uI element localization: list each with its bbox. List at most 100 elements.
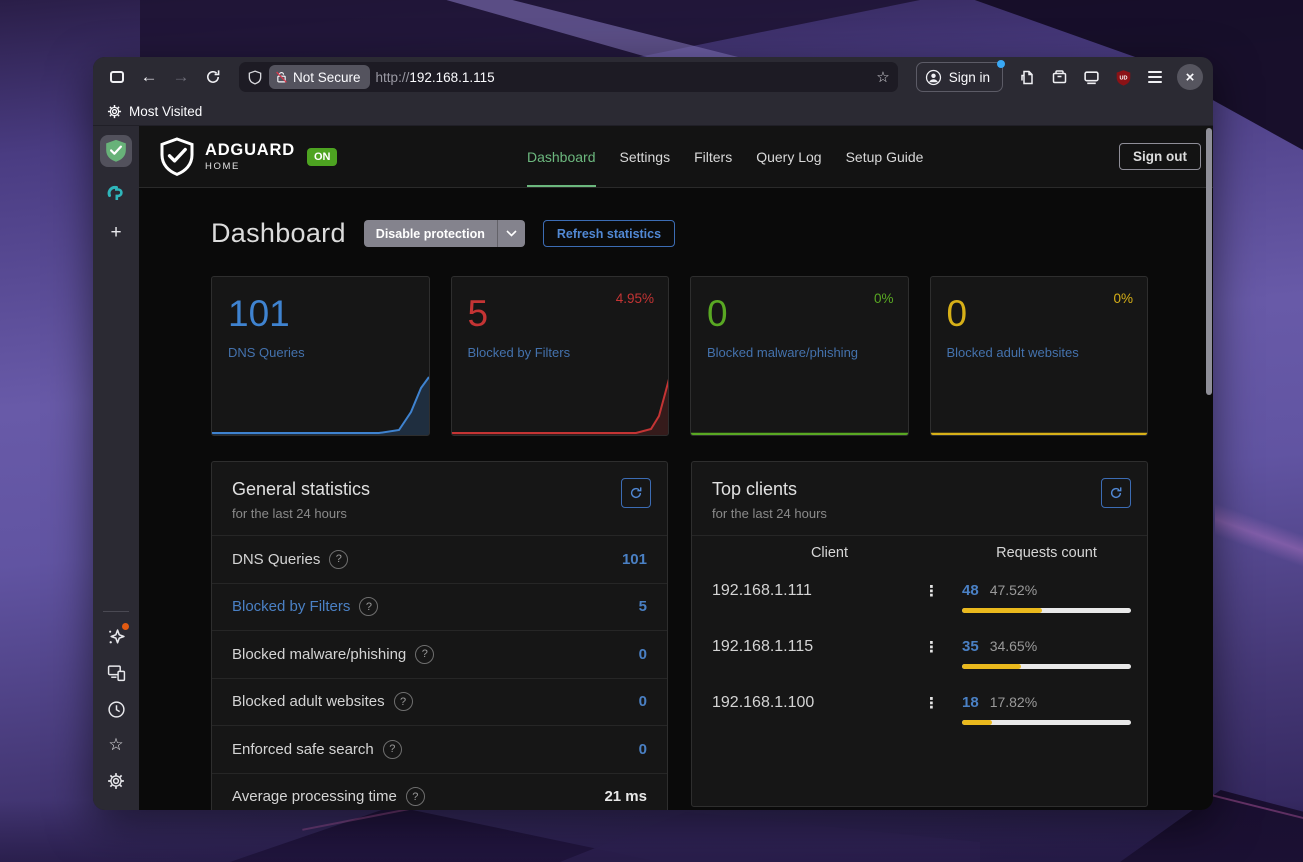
window-stack-button[interactable] xyxy=(1077,63,1105,91)
stat-value: 5 xyxy=(639,598,647,615)
kebab-menu-icon[interactable]: ⋮ xyxy=(924,582,947,600)
nav-filters[interactable]: Filters xyxy=(694,126,732,187)
adguard-shield-icon xyxy=(159,137,195,177)
bookmark-star-icon[interactable]: ☆ xyxy=(876,68,889,86)
adguard-logo: ADGUARD HOME ON xyxy=(159,137,337,177)
star-icon: ☆ xyxy=(108,735,123,755)
stat-cards: 101 DNS Queries 5 Blocked by Filters 4.9… xyxy=(211,276,1148,436)
most-visited-folder[interactable]: Most Visited xyxy=(129,104,202,119)
ublock-shield-icon: UD xyxy=(1115,69,1132,86)
hamburger-icon xyxy=(1148,71,1162,82)
synced-tabs-button[interactable] xyxy=(100,658,132,688)
firefox-sidebar: + ☆ xyxy=(93,126,139,810)
devices-icon xyxy=(107,664,126,682)
sidebar-toggle-icon xyxy=(110,71,124,83)
nav-setup-guide[interactable]: Setup Guide xyxy=(846,126,924,187)
reload-button[interactable] xyxy=(199,63,227,91)
stat-row-blocked-filters: Blocked by Filters? 5 xyxy=(212,583,667,631)
request-bar xyxy=(962,720,1131,725)
browser-toolbar: ← → Not Secure http://192.168.1.115 ☆ Si… xyxy=(93,57,1213,97)
stat-value: 0 xyxy=(639,693,647,710)
archive-button[interactable] xyxy=(1045,63,1073,91)
help-icon[interactable]: ? xyxy=(329,550,348,569)
request-bar xyxy=(962,664,1131,669)
client-ip[interactable]: 192.168.1.115 xyxy=(712,638,813,656)
tracking-shield-icon xyxy=(247,69,263,86)
panel-title: General statistics xyxy=(232,479,647,500)
stat-row-safe-search: Enforced safe search? 0 xyxy=(212,725,667,773)
card-blocked-malware: 0 Blocked malware/phishing 0% xyxy=(690,276,909,436)
adguard-favicon xyxy=(105,139,127,163)
disable-protection-button[interactable]: Disable protection xyxy=(364,220,525,247)
stat-row-processing-time: Average processing time? 21 ms xyxy=(212,773,667,811)
column-client: Client xyxy=(712,545,947,561)
ai-chatbot-button[interactable] xyxy=(100,622,132,652)
disable-protection-label: Disable protection xyxy=(364,220,497,247)
chevron-down-icon[interactable] xyxy=(497,220,525,247)
card-dns-queries: 101 DNS Queries xyxy=(211,276,430,436)
sidebar-toggle-button[interactable] xyxy=(103,63,131,91)
window-stack-icon xyxy=(1083,70,1100,85)
help-icon[interactable]: ? xyxy=(383,740,402,759)
history-button[interactable] xyxy=(100,694,132,724)
card-blocked-filters: 5 Blocked by Filters 4.95% xyxy=(451,276,670,436)
card-value: 101 xyxy=(228,295,413,332)
nav-dashboard[interactable]: Dashboard xyxy=(527,126,596,187)
tab-adguard-home[interactable] xyxy=(100,135,132,167)
nav-query-log[interactable]: Query Log xyxy=(756,126,821,187)
card-percent: 0% xyxy=(1113,291,1133,306)
stat-row-blocked-malware: Blocked malware/phishing? 0 xyxy=(212,630,667,678)
refresh-statistics-button[interactable]: Refresh statistics xyxy=(543,220,675,247)
window-close-button[interactable]: × xyxy=(1177,64,1203,90)
bookmarks-button[interactable]: ☆ xyxy=(100,730,132,760)
client-row: 192.168.1.100 ⋮ 1817.82% xyxy=(692,681,1147,737)
sidebar-settings-button[interactable] xyxy=(100,766,132,796)
help-icon[interactable]: ? xyxy=(394,692,413,711)
nav-settings[interactable]: Settings xyxy=(620,126,671,187)
clock-icon xyxy=(107,700,126,719)
stat-value: 0 xyxy=(639,646,647,663)
help-icon[interactable]: ? xyxy=(415,645,434,664)
url-bar[interactable]: Not Secure http://192.168.1.115 ☆ xyxy=(239,62,898,92)
card-label: DNS Queries xyxy=(228,345,413,360)
menu-button[interactable] xyxy=(1141,63,1169,91)
new-tab-button[interactable]: + xyxy=(100,217,132,249)
top-clients-header-row: Client Requests count xyxy=(692,535,1147,569)
card-label: Blocked by Filters xyxy=(468,345,653,360)
help-icon[interactable]: ? xyxy=(359,597,378,616)
stat-label-link[interactable]: Blocked by Filters xyxy=(232,598,350,615)
refresh-panel-button[interactable] xyxy=(621,478,651,508)
svg-text:UD: UD xyxy=(1119,75,1127,81)
ai-notification-dot xyxy=(122,623,129,630)
back-button[interactable]: ← xyxy=(135,63,163,91)
page-extension-button[interactable] xyxy=(1013,63,1041,91)
tab-proxmox[interactable] xyxy=(100,177,132,209)
not-secure-chip[interactable]: Not Secure xyxy=(269,65,370,89)
signin-notification-dot xyxy=(997,60,1005,68)
firefox-signin-button[interactable]: Sign in xyxy=(916,62,1003,92)
ublock-extension-button[interactable]: UD xyxy=(1109,63,1137,91)
stat-row-dns-queries: DNS Queries? 101 xyxy=(212,535,667,583)
client-ip[interactable]: 192.168.1.100 xyxy=(712,694,814,712)
blocked-adult-sparkline xyxy=(930,374,1148,436)
forward-button[interactable]: → xyxy=(167,63,195,91)
request-percent: 34.65% xyxy=(990,638,1037,654)
request-percent: 17.82% xyxy=(990,694,1037,710)
signin-label: Sign in xyxy=(949,70,990,85)
client-ip[interactable]: 192.168.1.111 xyxy=(712,582,812,600)
reload-icon xyxy=(205,69,221,85)
card-label: Blocked malware/phishing xyxy=(707,345,892,360)
stat-value: 0 xyxy=(639,741,647,758)
kebab-menu-icon[interactable]: ⋮ xyxy=(924,638,947,656)
refresh-panel-button[interactable] xyxy=(1101,478,1131,508)
brand-subtitle: HOME xyxy=(205,162,295,172)
refresh-icon xyxy=(1109,486,1123,500)
blocked-malware-sparkline xyxy=(690,374,908,436)
dns-queries-sparkline xyxy=(211,374,429,436)
kebab-menu-icon[interactable]: ⋮ xyxy=(924,694,947,712)
help-icon[interactable]: ? xyxy=(406,787,425,806)
teal-p-favicon xyxy=(106,183,126,203)
sign-out-button[interactable]: Sign out xyxy=(1119,143,1201,170)
page-scrollbar[interactable] xyxy=(1206,128,1212,395)
url-scheme: http:// xyxy=(376,70,410,85)
